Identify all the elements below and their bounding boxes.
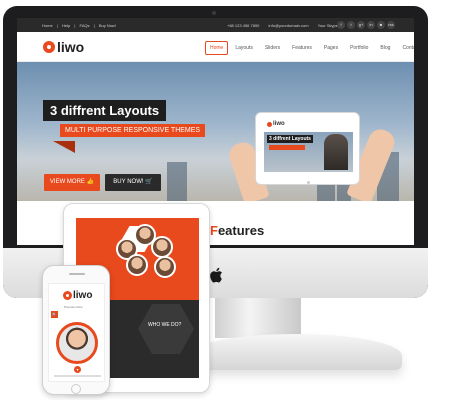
- skype-id[interactable]: Your Skype: [318, 23, 338, 28]
- cart-icon: 🛒: [145, 179, 153, 185]
- ribbon-fold: [53, 141, 75, 153]
- tablet-hero-subheading: [269, 145, 305, 150]
- team-member-avatar: [154, 256, 176, 278]
- features-heading-prefix: F: [210, 223, 218, 238]
- thumbs-up-icon: 👍: [86, 179, 95, 185]
- top-link-separator: |: [93, 23, 95, 28]
- city-building: [167, 162, 187, 201]
- nav-item-features[interactable]: Features: [287, 41, 317, 55]
- contact-info: +88 123 456 7890 info@yourdomain.com You…: [227, 23, 346, 28]
- device-mockup-stage: Home | Help | FAQs | Buy Now! +88 123 45…: [0, 0, 450, 400]
- buy-now-label: BUY NOW!: [113, 179, 144, 185]
- buy-now-button[interactable]: BUY NOW! 🛒: [105, 174, 161, 191]
- features-heading: Features: [210, 223, 264, 238]
- caption-line: [54, 375, 101, 377]
- logo-mark-icon: [43, 41, 55, 53]
- profile-portrait: [56, 322, 98, 364]
- speaker-grille: [69, 273, 85, 275]
- arrow-down-icon[interactable]: ▾: [74, 366, 81, 373]
- top-link-faqs[interactable]: FAQs: [80, 23, 90, 28]
- who-we-do-heading: WHO WE DO?: [148, 322, 182, 328]
- hero-subheading: MULTI PURPOSE RESPONSIVE THEMES: [60, 124, 206, 137]
- nav-menu: Home Layouts Sliders Features Pages Port…: [205, 41, 414, 55]
- tablet-logo-text: liwo: [273, 121, 285, 127]
- mobile-logo[interactable]: liwo: [63, 290, 92, 301]
- camera-icon: [212, 11, 216, 15]
- iphone-screen: liwo Previous Row 🔍 ▾: [48, 283, 105, 382]
- mobile-menu-label[interactable]: Previous Row: [64, 305, 83, 309]
- apple-logo-icon: [210, 267, 222, 283]
- mobile-logo-text: liwo: [73, 290, 93, 301]
- email-address[interactable]: info@yourdomain.com: [269, 23, 309, 28]
- view-more-label: VIEW MORE: [49, 179, 85, 185]
- nav-item-layouts[interactable]: Layouts: [230, 41, 258, 55]
- home-button: [71, 384, 81, 394]
- hero-tablet-image: liwo 3 diffrent Layouts: [255, 112, 360, 185]
- nav-item-home[interactable]: Home: [205, 41, 229, 55]
- top-link-separator: |: [56, 23, 58, 28]
- nav-item-sliders[interactable]: Sliders: [260, 41, 285, 55]
- top-links: Home | Help | FAQs | Buy Now!: [42, 23, 119, 28]
- main-navbar: liwo Home Layouts Sliders Features Pages…: [17, 32, 414, 62]
- tablet-person-image: [324, 134, 348, 170]
- facebook-icon[interactable]: f: [337, 21, 345, 29]
- logo-wordmark: liwo: [57, 39, 85, 55]
- team-member-avatar: [151, 236, 173, 258]
- top-link-separator: |: [74, 23, 76, 28]
- iphone-device: liwo Previous Row 🔍 ▾: [42, 265, 110, 395]
- top-link-buy-now[interactable]: Buy Now!: [99, 23, 116, 28]
- team-member-avatar: [126, 254, 148, 276]
- nav-item-blog[interactable]: Blog: [375, 41, 395, 55]
- nav-item-pages[interactable]: Pages: [319, 41, 343, 55]
- site-logo[interactable]: liwo: [43, 40, 84, 54]
- logo-mark-icon: [63, 291, 72, 300]
- imac-stand: [188, 334, 402, 370]
- hero-heading: 3 diffrent Layouts: [43, 100, 167, 121]
- tablet-home-button: [307, 181, 310, 184]
- nav-item-contact[interactable]: Contact: [397, 41, 414, 55]
- top-link-help[interactable]: Help: [62, 23, 70, 28]
- top-link-home[interactable]: Home: [42, 23, 53, 28]
- tablet-hero-heading: 3 diffrent Layouts: [267, 135, 313, 143]
- rss-icon[interactable]: rss: [387, 21, 395, 29]
- flickr-icon[interactable]: ■: [377, 21, 385, 29]
- view-more-button[interactable]: VIEW MORE 👍: [44, 174, 100, 191]
- nav-item-portfolio[interactable]: Portfolio: [345, 41, 373, 55]
- top-bar: Home | Help | FAQs | Buy Now! +88 123 45…: [17, 18, 414, 32]
- logo-mark-icon: [267, 121, 272, 127]
- hero-slider: 3 diffrent Layouts MULTI PURPOSE RESPONS…: [17, 62, 414, 201]
- linkedin-icon[interactable]: in: [367, 21, 375, 29]
- google-plus-icon[interactable]: g+: [357, 21, 365, 29]
- phone-number: +88 123 456 7890: [227, 23, 260, 28]
- social-links: f t g+ in ■ rss: [337, 21, 395, 29]
- imac-neck: [215, 298, 301, 338]
- search-icon[interactable]: 🔍: [51, 311, 58, 318]
- tablet-logo: liwo: [267, 121, 285, 127]
- features-heading-text: eatures: [217, 223, 265, 238]
- hero-tablet-screen: liwo 3 diffrent Layouts: [264, 118, 353, 179]
- twitter-icon[interactable]: t: [347, 21, 355, 29]
